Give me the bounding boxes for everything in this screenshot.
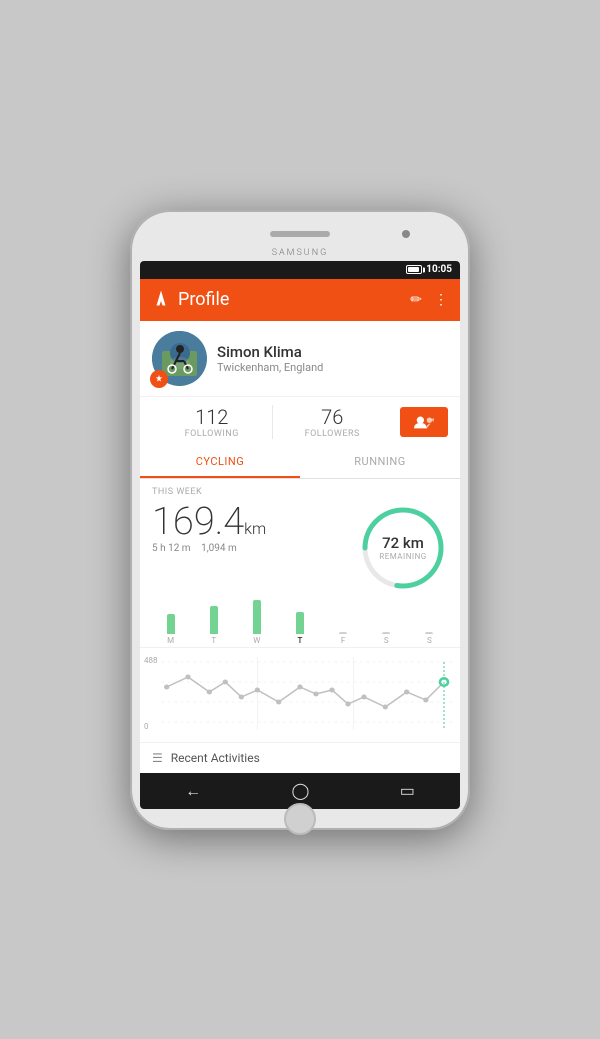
recent-apps-button[interactable]: ▭ bbox=[388, 777, 427, 804]
tab-running[interactable]: RUNNING bbox=[300, 447, 460, 478]
phone-device: SAMSUNG 10:05 Profile ✏ ⋮ bbox=[130, 210, 470, 830]
following-label: FOLLOWING bbox=[152, 429, 272, 439]
bar-label-m: M bbox=[167, 636, 174, 645]
header-title: Profile bbox=[178, 289, 402, 310]
profile-name: Simon Klima bbox=[217, 343, 448, 361]
back-button[interactable]: ← bbox=[173, 777, 213, 805]
bar-day-t2: T bbox=[281, 612, 318, 645]
main-stats: 169.4km 5 h 12 m 1,094 m 72 km R bbox=[140, 501, 460, 597]
bar-f bbox=[339, 632, 347, 634]
activity-tabs: CYCLING RUNNING bbox=[140, 447, 460, 479]
week-section: THIS WEEK bbox=[140, 479, 460, 501]
bar-day-t1: T bbox=[195, 606, 232, 645]
remaining-km: 72 km bbox=[379, 534, 426, 552]
phone-camera bbox=[402, 230, 410, 238]
tab-cycling[interactable]: CYCLING bbox=[140, 447, 300, 478]
header-icons: ✏ ⋮ bbox=[410, 292, 448, 308]
following-stat[interactable]: 112 FOLLOWING bbox=[152, 405, 273, 439]
bar-day-f: F bbox=[325, 632, 362, 645]
circle-text: 72 km REMAINING bbox=[379, 534, 426, 561]
status-bar: 10:05 bbox=[140, 261, 460, 279]
profile-section: Simon Klima Twickenham, England bbox=[140, 321, 460, 396]
physical-home-button[interactable] bbox=[284, 803, 316, 835]
brand-label: SAMSUNG bbox=[140, 248, 460, 258]
distance-value: 169.4km bbox=[152, 503, 358, 541]
app-header: Profile ✏ ⋮ bbox=[140, 279, 460, 321]
menu-icon[interactable]: ⋮ bbox=[434, 292, 448, 308]
bar-s1 bbox=[382, 632, 390, 634]
y-max: 488 bbox=[144, 656, 158, 665]
profile-location: Twickenham, England bbox=[217, 361, 448, 374]
remaining-label: REMAINING bbox=[379, 552, 426, 561]
bar-day-w: W bbox=[238, 600, 275, 645]
elevation-value: 1,094 m bbox=[201, 543, 237, 554]
bar-t1 bbox=[210, 606, 218, 634]
avatar-wrapper bbox=[152, 331, 207, 386]
recent-activities-section[interactable]: ☰ Recent Activities bbox=[140, 742, 460, 773]
svg-text:+: + bbox=[431, 417, 434, 424]
bar-label-f: F bbox=[341, 636, 345, 645]
week-label: THIS WEEK bbox=[152, 487, 448, 497]
bar-m bbox=[167, 614, 175, 634]
bar-chart: M T W T F bbox=[140, 597, 460, 647]
strava-logo bbox=[152, 289, 170, 311]
bar-label-t1: T bbox=[211, 636, 216, 645]
edit-icon[interactable]: ✏ bbox=[410, 292, 422, 308]
bar-day-m: M bbox=[152, 614, 189, 645]
bar-day-s1: S bbox=[368, 632, 405, 645]
bar-label-w: W bbox=[253, 636, 260, 645]
athlete-badge bbox=[150, 370, 168, 388]
bar-label-s1: S bbox=[384, 636, 389, 645]
phone-screen: 10:05 Profile ✏ ⋮ bbox=[140, 261, 460, 809]
home-button[interactable]: ◯ bbox=[279, 777, 321, 804]
time-value: 5 h 12 m bbox=[152, 543, 191, 554]
bar-t2 bbox=[296, 612, 304, 634]
y-min: 0 bbox=[144, 722, 158, 731]
phone-bottom bbox=[140, 809, 460, 829]
bar-s2 bbox=[425, 632, 433, 634]
bar-label-s2: S bbox=[427, 636, 432, 645]
following-count: 112 bbox=[152, 405, 272, 429]
phone-speaker bbox=[270, 231, 330, 237]
circular-progress: 72 km REMAINING bbox=[358, 503, 448, 593]
status-time: 10:05 bbox=[426, 264, 452, 275]
chart-y-labels: 488 0 bbox=[144, 656, 158, 731]
line-chart-container: 488 0 bbox=[140, 647, 460, 742]
followers-stat[interactable]: 76 FOLLOWERS bbox=[273, 405, 393, 439]
bar-day-s2: S bbox=[411, 632, 448, 645]
list-icon: ☰ bbox=[152, 751, 163, 765]
followers-count: 76 bbox=[273, 405, 393, 429]
follow-button[interactable]: + bbox=[400, 407, 448, 437]
stats-row: 112 FOLLOWING 76 FOLLOWERS + bbox=[140, 396, 460, 447]
followers-label: FOLLOWERS bbox=[273, 429, 393, 439]
distance-unit: km bbox=[244, 519, 266, 538]
profile-info: Simon Klima Twickenham, England bbox=[217, 343, 448, 374]
battery-icon bbox=[406, 265, 422, 274]
recent-activities-label: Recent Activities bbox=[171, 751, 260, 765]
bar-label-t2: T bbox=[298, 636, 303, 645]
distance-sub: 5 h 12 m 1,094 m bbox=[152, 543, 358, 554]
bar-w bbox=[253, 600, 261, 634]
phone-top bbox=[140, 220, 460, 248]
distance-block: 169.4km 5 h 12 m 1,094 m bbox=[152, 503, 358, 554]
activity-content: THIS WEEK 169.4km 5 h 12 m 1,094 m bbox=[140, 479, 460, 773]
line-chart-svg bbox=[140, 652, 460, 740]
